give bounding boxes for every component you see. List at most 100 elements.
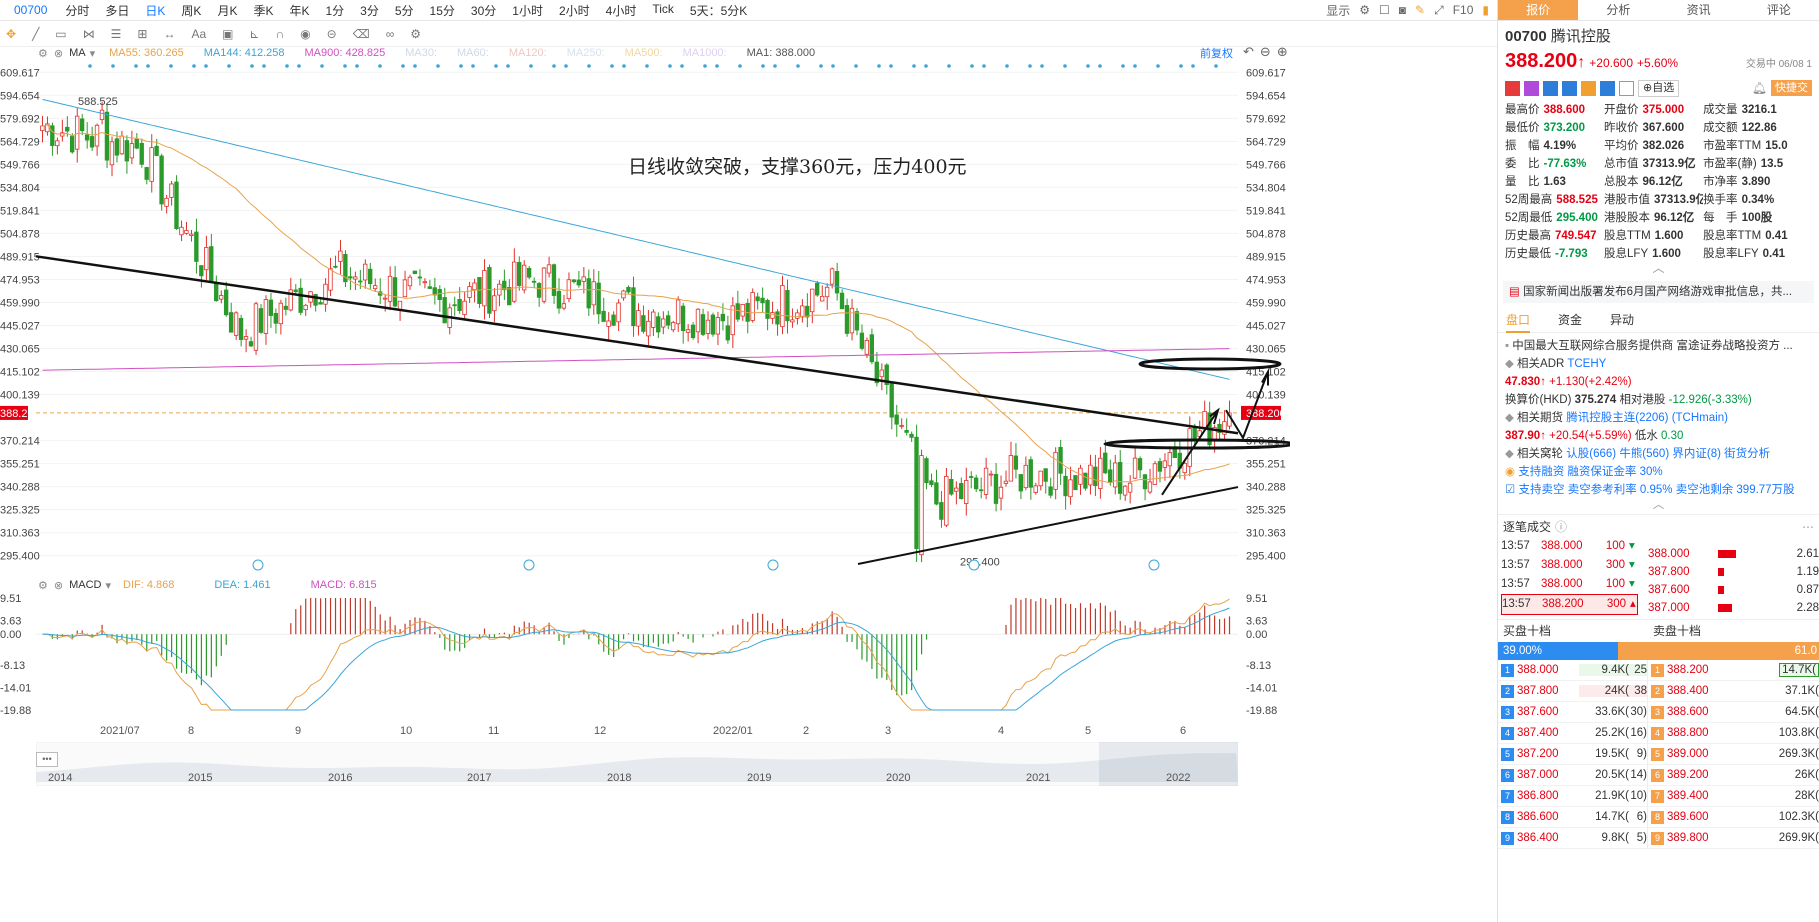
- panel-tab-1[interactable]: 分析: [1578, 0, 1658, 20]
- chart-badge-icon[interactable]: [1562, 80, 1577, 96]
- collapse-icon[interactable]: ︿: [1505, 499, 1812, 511]
- adjust-mode-button[interactable]: 前复权: [1200, 45, 1233, 61]
- magnet-icon[interactable]: ∩: [276, 27, 285, 41]
- period-3[interactable]: 周K: [173, 2, 209, 19]
- period-0[interactable]: 分时: [57, 2, 97, 19]
- subtab-0[interactable]: 盘口: [1506, 311, 1531, 333]
- period-13[interactable]: 2小时: [551, 2, 598, 19]
- close-icon[interactable]: ⊗: [54, 47, 63, 60]
- period-7[interactable]: 1分: [317, 2, 352, 19]
- resistance-trendline[interactable]: [35, 255, 1239, 435]
- tag-badge-icon[interactable]: [1600, 80, 1615, 96]
- chevron-down-icon[interactable]: ▾: [90, 47, 96, 60]
- pullback-arrow-drawing[interactable]: [1225, 367, 1269, 441]
- market-badge-icon[interactable]: [1505, 80, 1520, 96]
- help-icon[interactable]: ⓘ: [1555, 517, 1567, 537]
- futures-code[interactable]: (TCHmain): [1672, 412, 1728, 424]
- display-menu[interactable]: 显示: [1326, 2, 1350, 19]
- more-icon[interactable]: ⋯: [1802, 517, 1814, 537]
- watch-button[interactable]: ⊕自选: [1638, 79, 1680, 97]
- adr-code[interactable]: TCEHY: [1567, 358, 1606, 370]
- ma-item-8[interactable]: MA1000:: [683, 47, 727, 59]
- ma-item-1[interactable]: MA144: 412.258: [204, 47, 285, 59]
- price-chart[interactable]: 609.617 609.617 594.654 594.654 579.692 579.6…: [0, 60, 1290, 572]
- ma-item-6[interactable]: MA250:: [567, 47, 605, 59]
- futures-name[interactable]: 腾讯控股主连(2206): [1566, 412, 1668, 424]
- settings-icon[interactable]: ⚙: [1359, 3, 1370, 17]
- event-marker-icon[interactable]: [252, 559, 264, 571]
- warrant-inline[interactable]: 界内证(8): [1672, 448, 1721, 460]
- panel-tab-3[interactable]: 评论: [1739, 0, 1819, 20]
- settings-icon[interactable]: ⚙: [38, 579, 48, 592]
- target-ellipse[interactable]: [1138, 357, 1282, 371]
- note-icon[interactable]: [1619, 80, 1634, 96]
- undo-icon[interactable]: ↶: [1243, 44, 1254, 60]
- text-tool-button[interactable]: Aa: [191, 27, 206, 41]
- event-marker-icon[interactable]: [523, 559, 535, 571]
- lightning-badge-icon[interactable]: [1524, 80, 1539, 96]
- warrant-bull[interactable]: 牛熊(560): [1619, 448, 1669, 460]
- period-15[interactable]: Tick: [644, 2, 682, 19]
- quick-trade-button[interactable]: 快捷交: [1771, 80, 1812, 96]
- shuffle-badge-icon[interactable]: [1543, 80, 1558, 96]
- arrow-tool-icon[interactable]: ↔: [163, 27, 175, 41]
- period-6[interactable]: 年K: [281, 2, 317, 19]
- period-14[interactable]: 4小时: [598, 2, 645, 19]
- warrant-analysis[interactable]: 街货分析: [1724, 448, 1770, 460]
- subtab-1[interactable]: 资金: [1558, 311, 1582, 332]
- period-8[interactable]: 3分: [352, 2, 387, 19]
- bell-icon[interactable]: 🔔︎: [1752, 81, 1767, 95]
- period-1[interactable]: 多日: [97, 2, 137, 19]
- trash-icon[interactable]: ⌫: [353, 27, 370, 41]
- indicator-type[interactable]: MACD: [69, 579, 101, 591]
- comment-icon[interactable]: ▣: [222, 27, 233, 41]
- measure-tool-icon[interactable]: ⊞: [137, 27, 147, 41]
- panel-tab-0[interactable]: 报价: [1498, 0, 1579, 20]
- minus-icon[interactable]: ⊖: [1260, 44, 1271, 60]
- options-badge-icon[interactable]: [1581, 80, 1596, 96]
- symbol-code[interactable]: 00700: [0, 3, 57, 17]
- line-tool-icon[interactable]: ╱: [32, 27, 39, 41]
- channel-tool-icon[interactable]: ☰: [111, 27, 122, 41]
- event-marker-icon[interactable]: [1148, 559, 1160, 571]
- fib-tool-icon[interactable]: ⋈: [83, 27, 95, 41]
- panel-toggle-icon[interactable]: ▮: [1482, 3, 1489, 17]
- indicator-type[interactable]: MA: [69, 47, 86, 59]
- ma-item-2[interactable]: MA900: 428.825: [304, 47, 385, 59]
- pen-icon[interactable]: ✎: [1415, 3, 1425, 17]
- period-5[interactable]: 季K: [245, 2, 281, 19]
- rect-tool-icon[interactable]: ▭: [55, 27, 66, 41]
- period-16[interactable]: 5天：5分K: [682, 2, 755, 19]
- collapse-icon[interactable]: ︿: [1505, 262, 1812, 274]
- period-2[interactable]: 日K: [137, 2, 173, 19]
- close-icon[interactable]: ⊗: [54, 579, 63, 592]
- settings-icon[interactable]: ⚙: [38, 47, 48, 60]
- period-12[interactable]: 1小时: [504, 2, 551, 19]
- crosshair-icon[interactable]: ✥: [6, 27, 16, 41]
- ruler-icon[interactable]: ⊾: [250, 27, 260, 41]
- lock-icon[interactable]: ⊝: [327, 27, 337, 41]
- period-10[interactable]: 15分: [422, 2, 463, 19]
- event-marker-icon[interactable]: [767, 559, 779, 571]
- ma-item-3[interactable]: MA30:: [405, 47, 437, 59]
- warrant-call[interactable]: 认股(666): [1566, 448, 1616, 460]
- checkbox-icon[interactable]: ☐: [1379, 3, 1390, 17]
- chevron-down-icon[interactable]: ▾: [105, 579, 111, 592]
- ma-item-0[interactable]: MA55: 360.265: [109, 47, 184, 59]
- period-9[interactable]: 5分: [387, 2, 422, 19]
- f10-button[interactable]: F10: [1453, 3, 1474, 17]
- event-marker-icon[interactable]: [968, 559, 980, 571]
- eye-icon[interactable]: ◉: [300, 27, 310, 41]
- news-banner[interactable]: ▤ 国家新闻出版署发布6月国产网络游戏审批信息，共...: [1503, 281, 1814, 303]
- ma-item-9[interactable]: MA1: 388.000: [747, 47, 816, 59]
- gear-icon[interactable]: ⚙: [410, 27, 421, 41]
- plus-icon[interactable]: ⊕: [1277, 44, 1288, 60]
- period-4[interactable]: 月K: [209, 2, 245, 19]
- ma-item-4[interactable]: MA60:: [457, 47, 489, 59]
- ma-item-7[interactable]: MA500:: [625, 47, 663, 59]
- link-icon[interactable]: ∞: [386, 27, 395, 41]
- period-11[interactable]: 30分: [463, 2, 504, 19]
- ma-item-5[interactable]: MA120:: [509, 47, 547, 59]
- subtab-2[interactable]: 异动: [1610, 311, 1634, 332]
- navigator-more-button[interactable]: •••: [36, 752, 58, 767]
